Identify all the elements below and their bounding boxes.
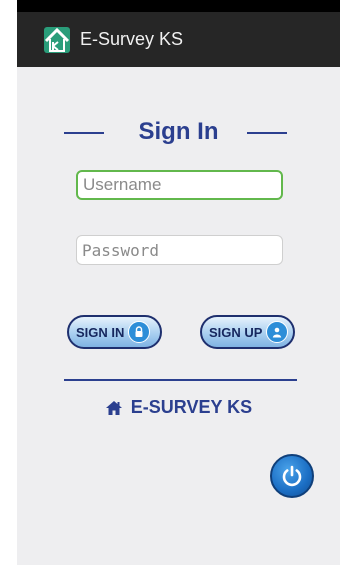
- heading-row: Sign In: [17, 117, 340, 147]
- app-bar: E-Survey KS: [17, 12, 340, 67]
- user-icon: [266, 321, 289, 343]
- signin-screen: Sign In SIGN IN SIGN UP E: [17, 67, 340, 565]
- brand-footer: E-SURVEY KS: [17, 397, 340, 418]
- username-input[interactable]: [76, 170, 283, 200]
- divider: [64, 379, 297, 381]
- page-title: Sign In: [138, 118, 219, 145]
- lock-icon: [128, 321, 151, 343]
- sign-up-button[interactable]: SIGN UP: [200, 315, 295, 349]
- power-icon: [280, 464, 304, 488]
- password-input[interactable]: [76, 235, 283, 265]
- sign-up-label: SIGN UP: [209, 324, 263, 340]
- home-icon: [105, 400, 123, 416]
- power-button[interactable]: [270, 454, 314, 498]
- status-bar: [17, 0, 340, 12]
- heading-line-right: [247, 132, 287, 134]
- brand-name: E-SURVEY KS: [130, 397, 253, 417]
- sign-in-button[interactable]: SIGN IN: [67, 315, 162, 349]
- ks-house-logo-icon: [43, 26, 71, 54]
- app-title: E-Survey KS: [80, 29, 184, 49]
- sign-in-label: SIGN IN: [76, 324, 125, 340]
